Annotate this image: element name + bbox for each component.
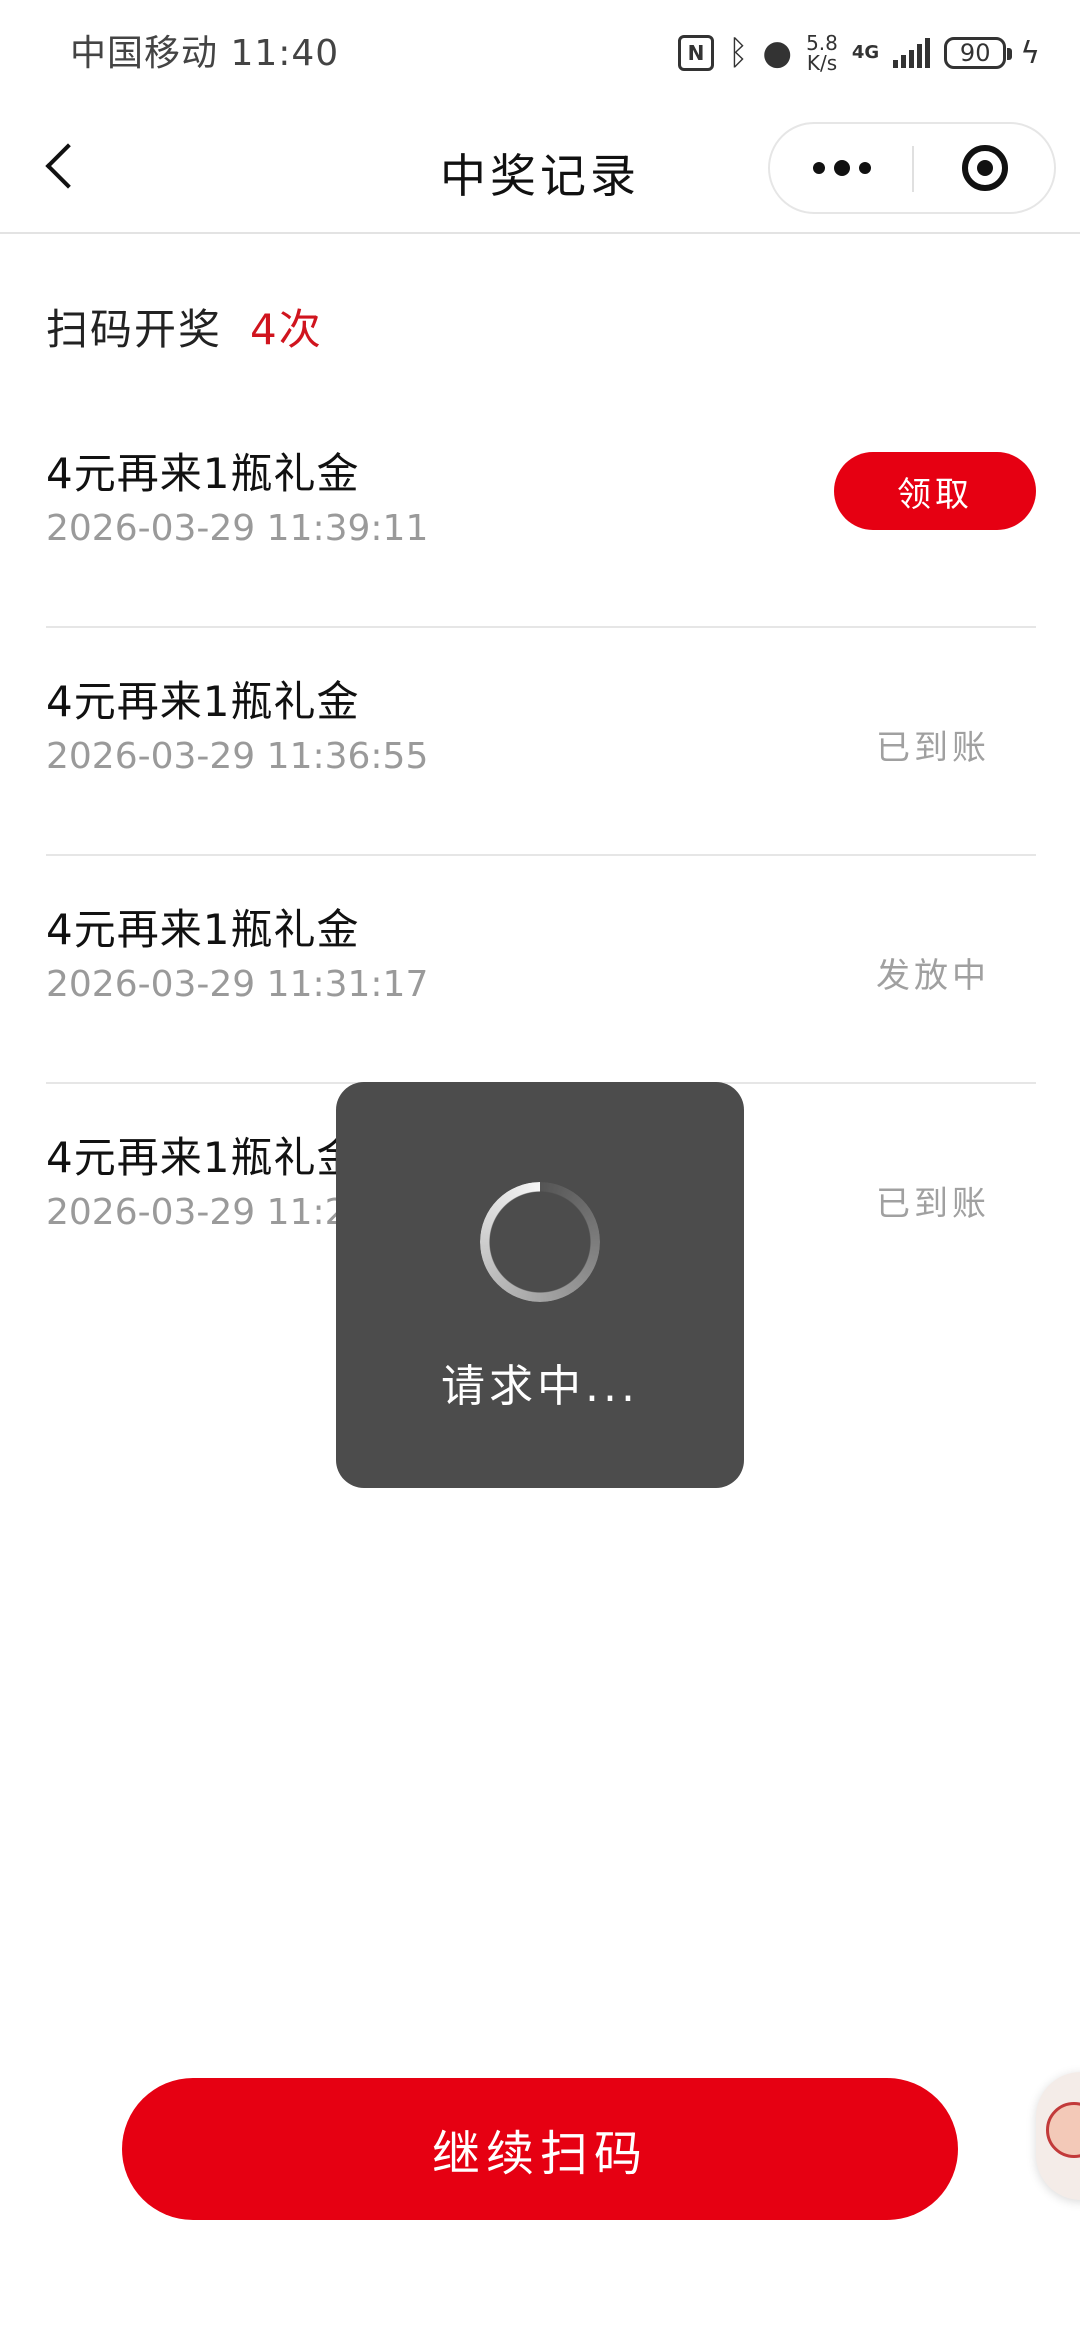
record-time: 2026-03-29 11:39:11 [46, 508, 429, 549]
loading-text: 请求中... [441, 1361, 639, 1412]
network-type: 4G [851, 42, 880, 63]
target-close-icon [962, 145, 1008, 191]
mini-program-capsule [768, 122, 1056, 214]
record-title: 4元再来1瓶礼金 [46, 905, 360, 954]
status-bar: 中国移动 11:40 N ᛒ ● 5.8 K/s 4G 90 ϟ [0, 0, 1080, 100]
location-icon: ● [762, 33, 793, 73]
close-mini-program-button[interactable] [914, 124, 1056, 212]
charging-icon: ϟ [1020, 35, 1040, 71]
network-speed: 5.8 K/s [806, 31, 838, 75]
loading-toast: 请求中... [336, 1082, 744, 1488]
signal-icon [893, 38, 931, 68]
record-status: 发放中 [876, 956, 990, 996]
status-icons: N ᛒ ● 5.8 K/s 4G 90 ϟ [678, 28, 1040, 78]
battery-icon: 90 [944, 37, 1013, 69]
record-title: 4元再来1瓶礼金 [46, 677, 360, 726]
more-options-button[interactable] [770, 124, 913, 212]
record-title: 4元再来1瓶礼金 [46, 1133, 360, 1182]
nav-bar: 中奖记录 [0, 100, 1080, 234]
list-item: 4元再来1瓶礼金 2026-03-29 11:39:11 领取 [46, 400, 1036, 628]
floating-mascot-button[interactable] [1036, 2072, 1080, 2200]
record-title: 4元再来1瓶礼金 [46, 449, 360, 498]
summary-count: 4次 [250, 305, 323, 354]
record-status: 已到账 [876, 1184, 990, 1224]
list-item: 4元再来1瓶礼金 2026-03-29 11:36:55 已到账 [46, 628, 1036, 856]
summary-label: 扫码开奖 [46, 305, 223, 354]
nfc-icon: N [678, 35, 714, 71]
list-item: 4元再来1瓶礼金 2026-03-29 11:31:17 发放中 [46, 856, 1036, 1084]
continue-scan-button[interactable]: 继续扫码 [122, 2078, 958, 2220]
record-status: 已到账 [876, 728, 990, 768]
record-time: 2026-03-29 11:36:55 [46, 736, 429, 777]
bluetooth-icon: ᛒ [728, 33, 749, 73]
draw-summary: 扫码开奖 4次 [46, 296, 323, 357]
more-dots-icon [812, 162, 825, 174]
carrier-time: 中国移动 11:40 [70, 33, 340, 74]
record-time: 2026-03-29 11:28 [46, 1192, 371, 1233]
loading-spinner-icon [480, 1182, 600, 1302]
claim-button[interactable]: 领取 [834, 452, 1036, 530]
record-time: 2026-03-29 11:31:17 [46, 964, 429, 1005]
battery-level: 90 [959, 39, 991, 67]
mascot-avatar-icon [1046, 2102, 1080, 2158]
